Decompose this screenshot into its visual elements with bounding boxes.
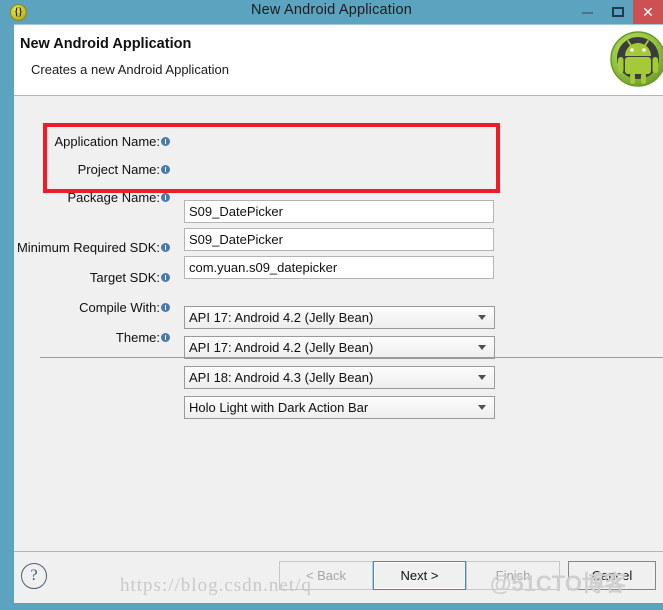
minimize-icon — [582, 12, 593, 14]
application-name-input[interactable]: S09_DatePicker — [184, 200, 494, 223]
label-minimum-required-sdk: Minimum Required SDK: — [14, 236, 170, 260]
info-icon[interactable] — [161, 273, 170, 283]
help-icon[interactable]: ? — [21, 563, 47, 589]
page-title: New Android Application — [20, 36, 192, 52]
target-sdk-value: API 17: Android 4.2 (Jelly Bean) — [189, 340, 374, 355]
package-name-input[interactable]: com.yuan.s09_datepicker — [184, 256, 494, 279]
minimize-button[interactable] — [573, 0, 603, 24]
field-row-project-name: Project Name: — [14, 158, 170, 184]
window-title: New Android Application — [251, 2, 412, 18]
label-package-name: Package Name: — [14, 186, 170, 210]
maximize-icon — [612, 7, 624, 17]
page-subtitle: Creates a new Android Application — [31, 62, 230, 77]
label-theme: Theme: — [14, 326, 170, 350]
wizard-header: New Android Application Creates a new An… — [14, 25, 663, 96]
chevron-down-icon — [478, 405, 486, 410]
close-button[interactable]: ✕ — [633, 0, 663, 24]
target-sdk-dropdown[interactable]: API 17: Android 4.2 (Jelly Bean) — [184, 336, 495, 359]
back-button[interactable]: < Back — [279, 561, 373, 590]
maximize-button[interactable] — [603, 0, 633, 24]
field-row-target-sdk: Target SDK: — [14, 266, 170, 292]
compile-with-value: API 18: Android 4.3 (Jelly Bean) — [189, 370, 374, 385]
compile-with-dropdown[interactable]: API 18: Android 4.3 (Jelly Bean) — [184, 366, 495, 389]
dialog-window: {} New Android Application ✕ New Android… — [0, 0, 663, 610]
theme-value: Holo Light with Dark Action Bar — [189, 400, 369, 415]
label-compile-with: Compile With: — [14, 296, 170, 320]
field-row-application-name: Application Name: — [14, 130, 170, 156]
dialog-button-bar: ? < Back Next > Finish Cancel — [14, 551, 663, 604]
project-name-input[interactable]: S09_DatePicker — [184, 228, 494, 251]
field-row-minimum-sdk: Minimum Required SDK: — [14, 236, 170, 262]
chevron-down-icon — [478, 375, 486, 380]
theme-dropdown[interactable]: Holo Light with Dark Action Bar — [184, 396, 495, 419]
minimum-required-sdk-value: API 17: Android 4.2 (Jelly Bean) — [189, 310, 374, 325]
field-row-theme: Theme: — [14, 326, 170, 352]
info-icon[interactable] — [161, 333, 170, 343]
info-icon[interactable] — [161, 137, 170, 147]
section-divider — [40, 357, 663, 358]
dialog-body: New Android Application Creates a new An… — [14, 24, 663, 603]
field-row-compile-with: Compile With: — [14, 296, 170, 322]
minimum-required-sdk-dropdown[interactable]: API 17: Android 4.2 (Jelly Bean) — [184, 306, 495, 329]
label-application-name: Application Name: — [14, 130, 170, 154]
android-robot-icon — [610, 31, 663, 87]
field-row-package-name: Package Name: — [14, 186, 170, 212]
chevron-down-icon — [478, 315, 486, 320]
next-button[interactable]: Next > — [373, 561, 466, 590]
info-icon[interactable] — [161, 165, 170, 175]
title-bar: {} New Android Application ✕ — [0, 0, 663, 24]
info-icon[interactable] — [161, 303, 170, 313]
finish-button[interactable]: Finish — [466, 561, 560, 590]
chevron-down-icon — [478, 345, 486, 350]
info-icon[interactable] — [161, 193, 170, 203]
info-icon[interactable] — [161, 243, 170, 253]
label-project-name: Project Name: — [14, 158, 170, 182]
close-icon: ✕ — [642, 4, 654, 20]
label-target-sdk: Target SDK: — [14, 266, 170, 290]
cancel-button[interactable]: Cancel — [568, 561, 656, 590]
